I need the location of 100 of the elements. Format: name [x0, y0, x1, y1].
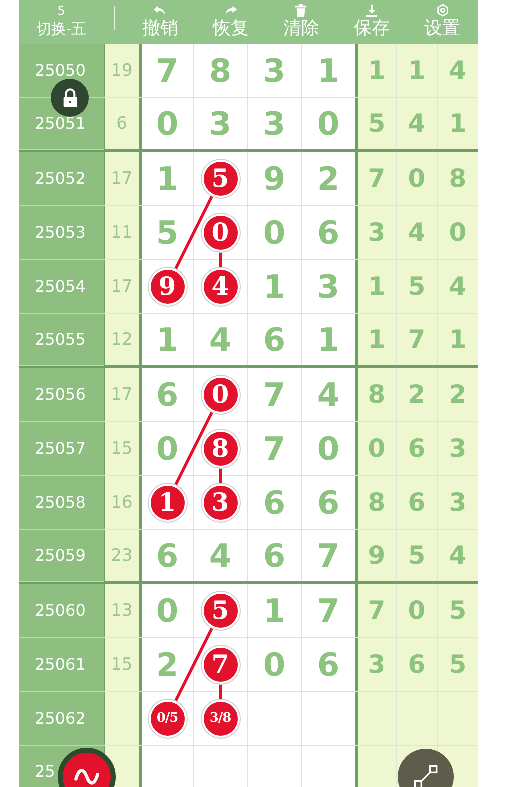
digit: 1 [156, 160, 179, 198]
undo-button[interactable]: 撤销 [125, 0, 196, 44]
tail-digit: 5 [408, 541, 426, 570]
redo-icon [224, 4, 238, 17]
digit: 1 [317, 320, 340, 358]
digit: 7 [263, 430, 286, 468]
lock-icon [62, 88, 78, 108]
highlighted-digit: 1 [148, 484, 186, 522]
settings-button[interactable]: 设置 [407, 0, 478, 44]
tail-digit: 6 [408, 650, 426, 679]
digit: 0 [156, 592, 179, 630]
digit: 3 [317, 268, 340, 306]
save-button[interactable]: 保存 [336, 0, 408, 44]
sum-value: 23 [111, 546, 133, 566]
tail-digit: 3 [368, 650, 386, 679]
tail-digit: 8 [368, 380, 386, 409]
highlighted-digit: 9 [148, 268, 186, 306]
sum-value: 17 [111, 168, 133, 188]
tail-digit: 7 [368, 596, 386, 625]
tail-digit: 1 [449, 325, 467, 354]
tail-digit: 3 [449, 488, 467, 517]
digit: 4 [209, 536, 232, 574]
tail-digit: 5 [449, 596, 467, 625]
highlighted-digit: 5 [202, 160, 240, 198]
trash-icon [294, 4, 308, 17]
highlighted-digit: 0 [202, 214, 240, 252]
tail-digit: 0 [408, 164, 426, 193]
sum-value: 16 [111, 492, 133, 512]
issue-number: 25054 [35, 277, 86, 296]
issue-number: 25062 [35, 709, 86, 728]
issue-number: 25055 [35, 330, 86, 349]
tail-digit: 3 [449, 434, 467, 463]
tail-digit: 6 [408, 488, 426, 517]
sum-value: 19 [111, 60, 133, 80]
digit: 3 [263, 52, 286, 90]
highlighted-digit: 8 [202, 430, 240, 468]
sum-value: 11 [111, 222, 133, 242]
tail-digit: 3 [368, 218, 386, 247]
digit: 6 [156, 376, 179, 414]
digit: 1 [263, 268, 286, 306]
digit: 8 [209, 52, 232, 90]
highlighted-digit: 5 [202, 592, 240, 630]
download-icon [365, 4, 380, 17]
digit: 7 [156, 52, 179, 90]
tail-digit: 4 [408, 218, 426, 247]
digit: 6 [263, 484, 286, 522]
sum-value: 15 [111, 654, 133, 674]
tail-digit: 0 [408, 596, 426, 625]
highlighted-digit: 3/8 [202, 700, 240, 738]
tail-digit: 1 [368, 325, 386, 354]
switch-button[interactable]: 5 切换-五 [19, 0, 104, 44]
digit: 0 [263, 214, 286, 252]
digit: 9 [263, 160, 286, 198]
tail-digit: 2 [408, 380, 426, 409]
digit: 0 [156, 104, 179, 142]
digit: 5 [156, 214, 179, 252]
tail-digit: 9 [368, 541, 386, 570]
digit: 7 [317, 536, 340, 574]
issue-number: 25052 [35, 169, 86, 188]
digit: 6 [263, 320, 286, 358]
digit: 6 [317, 214, 340, 252]
digit: 7 [263, 376, 286, 414]
tail-cell [355, 746, 396, 787]
digit: 6 [156, 536, 179, 574]
tail-digit: 1 [368, 56, 386, 85]
tail-digit: 7 [408, 325, 426, 354]
sum-value: 17 [111, 384, 133, 404]
tail-digit: 4 [449, 541, 467, 570]
digit: 6 [317, 484, 340, 522]
issue-number: 25061 [35, 655, 86, 674]
tail-digit: 1 [408, 56, 426, 85]
sum-value: 17 [111, 276, 133, 296]
settings-icon [436, 4, 450, 17]
redo-button[interactable]: 恢复 [196, 0, 266, 44]
tail-digit: 1 [449, 109, 467, 138]
digit: 3 [263, 104, 286, 142]
issue-number: 25056 [35, 385, 86, 404]
digit: 1 [156, 320, 179, 358]
tail-digit: 5 [449, 650, 467, 679]
tail-digit: 7 [368, 164, 386, 193]
tail-digit: 5 [408, 272, 426, 301]
digit: 2 [317, 160, 340, 198]
issue-number: 25051 [35, 114, 86, 133]
tail-digit: 8 [449, 164, 467, 193]
issue-number: 25057 [35, 439, 86, 458]
highlighted-digit: 0 [202, 376, 240, 414]
digit: 0 [317, 104, 340, 142]
issue-number: 25058 [35, 493, 86, 512]
sum-value: 13 [111, 600, 133, 620]
clear-button[interactable]: 清除 [266, 0, 337, 44]
highlighted-digit: 7 [202, 646, 240, 684]
digit: 6 [317, 646, 340, 684]
wave-icon [74, 769, 100, 785]
digit: 1 [317, 52, 340, 90]
digit: 7 [317, 592, 340, 630]
digit: 0 [317, 430, 340, 468]
line-nodes-icon [413, 764, 439, 787]
tail-digit: 0 [368, 434, 386, 463]
issue-number: 25060 [35, 601, 86, 620]
digit: 1 [263, 592, 286, 630]
